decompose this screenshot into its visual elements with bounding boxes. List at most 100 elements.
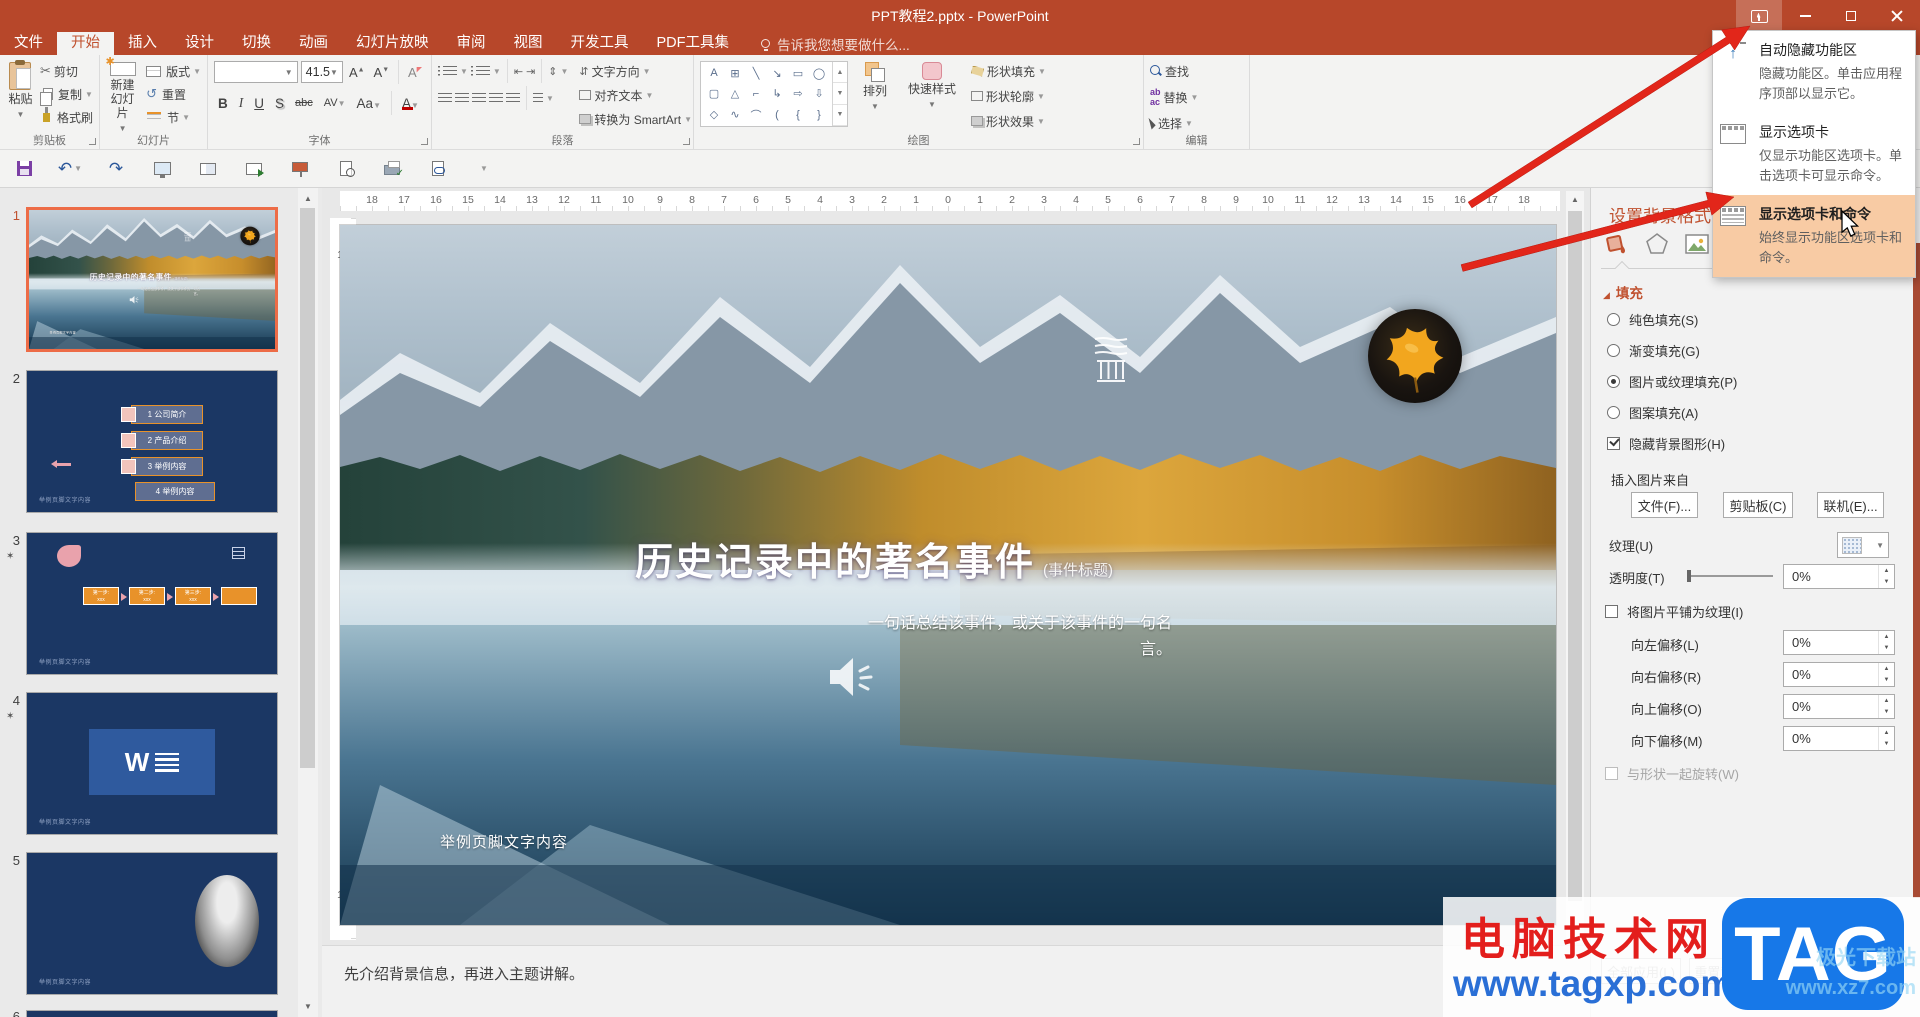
clipboard-dialog-launcher[interactable]	[89, 138, 96, 145]
tab-file[interactable]: 文件	[0, 32, 57, 55]
close-button[interactable]	[1874, 0, 1920, 32]
scroll-down-icon[interactable]: ▼	[299, 998, 317, 1015]
spin-down-icon[interactable]: ▼	[1879, 643, 1894, 655]
fill-option-solid[interactable]: 纯色填充(S)	[1607, 310, 1698, 329]
align-right-icon[interactable]	[472, 92, 486, 104]
fill-option-pattern[interactable]: 图案填充(A)	[1607, 403, 1698, 422]
shape-icon[interactable]: ◇	[704, 105, 724, 124]
fill-tab-icon[interactable]	[1605, 232, 1629, 256]
hyperlink-button[interactable]	[428, 159, 448, 179]
editor-scrollbar[interactable]: ▲	[1566, 191, 1584, 943]
shape-icon[interactable]: ⇨	[788, 84, 808, 103]
increase-indent-icon[interactable]: ⇥	[526, 65, 535, 78]
shapes-gallery-scroll[interactable]: ▲ ▼ ▼	[832, 62, 847, 126]
tab-8[interactable]: 视图	[500, 32, 557, 55]
bold-button[interactable]: B	[214, 96, 232, 111]
columns-icon[interactable]	[533, 92, 543, 104]
quick-styles-button[interactable]: 快速样式 ▼	[902, 59, 962, 133]
menu-item-auto-hide-ribbon[interactable]: ↑ 自动隐藏功能区 隐藏功能区。单击应用程 序顶部以显示它。	[1713, 31, 1915, 113]
thumbnail-slide-3[interactable]: 第一步: xxx 第二步: xxx 第三步: xxx 举例页脚文字内容	[26, 532, 278, 675]
drawing-dialog-launcher[interactable]	[1133, 138, 1140, 145]
transparency-spinner[interactable]: 0% ▲ ▼	[1783, 564, 1895, 589]
reset-button[interactable]: ↺ 重置	[144, 84, 201, 104]
menu-item-show-tabs[interactable]: 显示选项卡 仅显示功能区选项卡。单 击选项卡可显示命令。	[1713, 113, 1915, 195]
picture-tab-icon[interactable]	[1685, 233, 1709, 255]
notes-area[interactable]: 先介绍背景信息，再进入主题讲解。	[322, 945, 1590, 1017]
hide-background-checkbox[interactable]: 隐藏背景图形(H)	[1607, 434, 1725, 453]
change-case-button[interactable]: Aa▼	[353, 96, 385, 111]
select-button[interactable]: 选择 ▼	[1148, 113, 1198, 133]
audio-speaker-icon[interactable]	[827, 652, 877, 702]
tab-9[interactable]: 开发工具	[557, 32, 643, 55]
tab-7[interactable]: 审阅	[443, 32, 500, 55]
fill-option-picture[interactable]: 图片或纹理填充(P)	[1607, 372, 1737, 391]
layout-button[interactable]: 版式 ▼	[144, 61, 201, 81]
tab-5[interactable]: 动画	[285, 32, 342, 55]
shape-icon[interactable]: }	[809, 105, 829, 124]
rotate-with-shape-checkbox[interactable]: 与形状一起旋转(W)	[1605, 764, 1739, 783]
offset-left-spinner[interactable]: 0% ▲ ▼	[1783, 630, 1895, 655]
quick-print-button[interactable]	[382, 159, 404, 179]
spin-up-icon[interactable]: ▲	[1879, 727, 1894, 739]
fill-option-gradient[interactable]: 渐变填充(G)	[1607, 341, 1700, 360]
insert-from-file-button[interactable]: 文件(F)...	[1631, 492, 1698, 518]
italic-button[interactable]: I	[235, 95, 248, 111]
spin-down-icon[interactable]: ▼	[1879, 675, 1894, 687]
thumbnail-slide-4[interactable]: W 举例页脚文字内容	[26, 692, 278, 835]
copy-button[interactable]: 复制 ▼	[39, 84, 93, 106]
shape-icon[interactable]: ⌒	[746, 105, 766, 124]
strikethrough-button[interactable]: abc	[291, 97, 317, 109]
format-painter-button[interactable]: 格式刷	[40, 106, 93, 127]
maximize-button[interactable]	[1828, 0, 1874, 32]
slide-footer[interactable]: 举例页脚文字内容	[440, 831, 568, 852]
save-button[interactable]	[14, 159, 34, 179]
tab-2[interactable]: 插入	[114, 32, 171, 55]
shape-icon[interactable]: ∿	[725, 105, 745, 124]
slide-footer[interactable]: 举例页脚文字内容	[50, 330, 76, 334]
spin-up-icon[interactable]: ▲	[1879, 663, 1894, 675]
column-icon[interactable]	[1093, 335, 1129, 387]
spin-down-icon[interactable]: ▼	[1879, 707, 1894, 719]
shape-outline-button[interactable]: 形状轮廓 ▼	[971, 86, 1046, 106]
shape-icon[interactable]: ⌐	[746, 84, 766, 103]
slideshow-from-start-button[interactable]	[244, 159, 264, 179]
display-settings-button[interactable]	[152, 159, 172, 179]
scrollbar-thumb[interactable]	[1568, 211, 1582, 901]
tab-3[interactable]: 设计	[171, 32, 228, 55]
decrease-indent-icon[interactable]: ⇤	[514, 65, 523, 78]
shape-icon[interactable]: ╲	[746, 64, 766, 83]
slide-canvas[interactable]: 历史记录中的著名事件 (事件标题) 一句话总结该事件，或关于该事件的一句名言。 举…	[340, 225, 1556, 925]
thumbnail-slide-1[interactable]: 历史记录中的著名事件 (事件标题) 一句话总结该事件，或关于该事件的一句名言。 举…	[26, 207, 278, 352]
offset-top-spinner[interactable]: 0% ▲ ▼	[1783, 694, 1895, 719]
tab-6[interactable]: 幻灯片放映	[342, 32, 443, 55]
offset-bottom-spinner[interactable]: 0% ▲ ▼	[1783, 726, 1895, 751]
align-left-icon[interactable]	[438, 92, 452, 104]
slide-title[interactable]: 历史记录中的著名事件 (事件标题)	[90, 271, 188, 282]
distribute-icon[interactable]	[506, 92, 520, 104]
justify-icon[interactable]	[489, 92, 503, 104]
qat-more-button[interactable]: ▼	[474, 159, 494, 179]
slide-subtitle[interactable]: 一句话总结该事件，或关于该事件的一句名言。	[132, 287, 201, 297]
slider-thumb[interactable]	[1687, 570, 1691, 582]
shape-icon[interactable]: ▭	[788, 64, 808, 83]
shape-effects-button[interactable]: 形状效果 ▼	[971, 111, 1046, 131]
texture-dropdown[interactable]: ▼	[1837, 532, 1889, 558]
grow-font-button[interactable]: A▲	[346, 65, 368, 80]
shape-icon[interactable]: ⇩	[809, 84, 829, 103]
slide-layout-button[interactable]	[198, 159, 218, 179]
redo-button[interactable]: ↷	[106, 159, 126, 179]
font-name-combo[interactable]: ▼	[214, 61, 298, 83]
text-shadow-button[interactable]: S	[271, 96, 288, 111]
align-center-icon[interactable]	[455, 92, 469, 104]
section-button[interactable]: 节 ▼	[144, 107, 201, 127]
scrollbar-thumb[interactable]	[300, 208, 315, 768]
paragraph-dialog-launcher[interactable]	[683, 138, 690, 145]
bullets-icon[interactable]	[438, 65, 457, 77]
line-spacing-icon[interactable]: ⇕	[548, 65, 557, 78]
shrink-font-button[interactable]: A▼	[371, 65, 393, 80]
find-button[interactable]: 查找	[1150, 61, 1198, 81]
slideshow-button[interactable]	[290, 159, 310, 179]
numbering-icon[interactable]	[470, 65, 490, 77]
ribbon-display-options-button[interactable]	[1736, 0, 1782, 32]
minimize-button[interactable]	[1782, 0, 1828, 32]
